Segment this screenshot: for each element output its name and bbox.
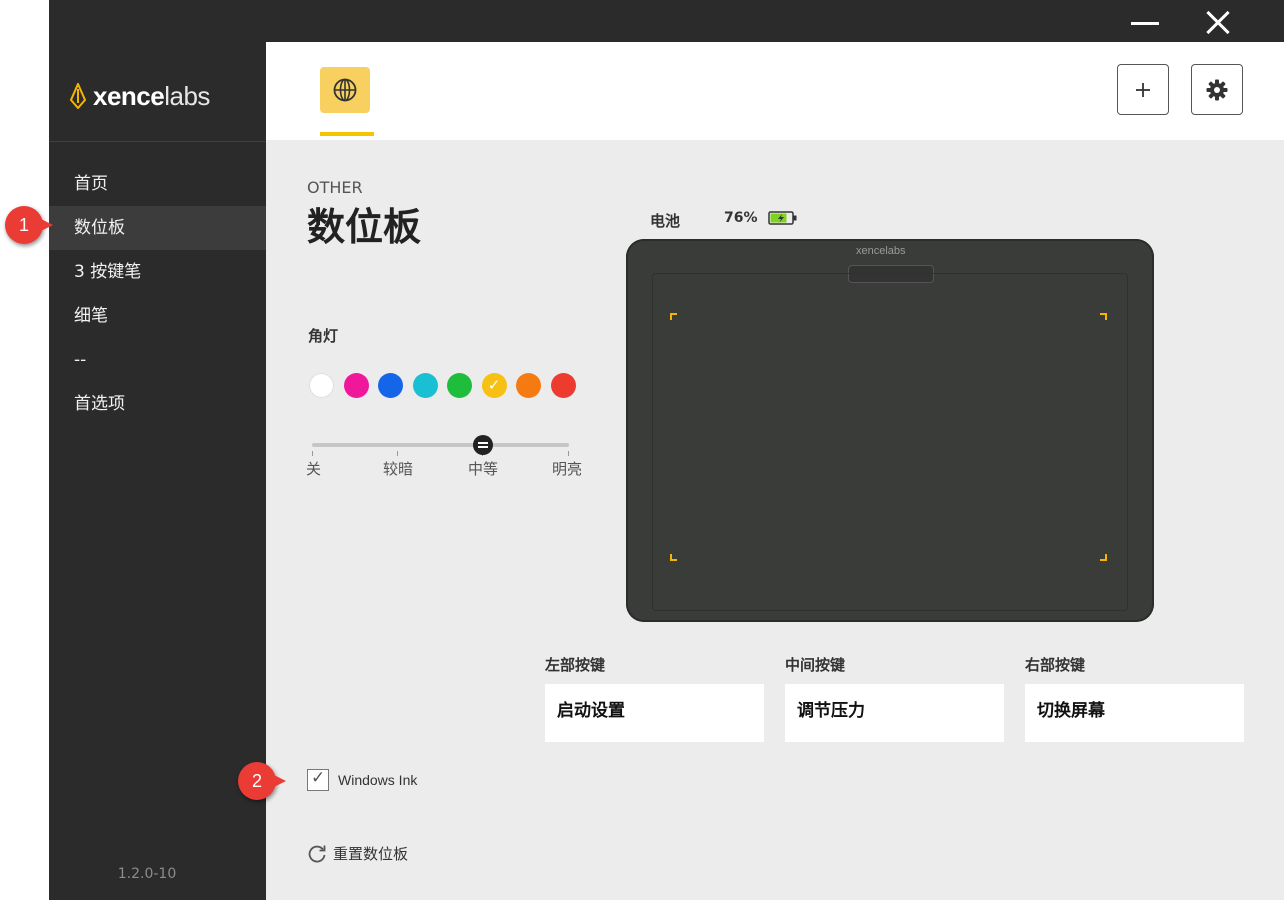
corner-light-marker: [1100, 554, 1107, 561]
version-label: 1.2.0-10: [117, 866, 177, 882]
middle-key-setting[interactable]: 调节压力: [785, 684, 1004, 742]
color-swatch[interactable]: [412, 373, 438, 398]
left-key-group: 左部按键 启动设置: [545, 654, 764, 742]
brightness-level-off: 关: [306, 460, 322, 478]
brightness-level-medium: 中等: [468, 460, 499, 478]
main-content: OTHER 数位板 角灯 关 较暗 中等 明亮 电池 76% xencelabs: [266, 140, 1284, 900]
left-key-label: 左部按键: [545, 656, 606, 674]
reset-tablet-button[interactable]: 重置数位板: [307, 843, 408, 864]
slider-track: [312, 443, 569, 447]
sidebar-item-placeholder[interactable]: --: [49, 338, 266, 382]
corner-light-label: 角灯: [308, 327, 339, 345]
brightness-level-dim: 较暗: [383, 460, 414, 478]
battery-value: 76%: [724, 210, 758, 226]
color-swatch[interactable]: [447, 373, 472, 398]
right-key-group: 右部按键 切换屏幕: [1025, 654, 1244, 742]
sidebar: xence labs 首页 数位板 3 按键笔 细笔 -- 首选项 1.2.0-1…: [49, 42, 266, 900]
slider-thumb[interactable]: [472, 435, 493, 455]
top-toolbar: [266, 42, 1284, 140]
sidebar-item-home[interactable]: 首页: [49, 162, 266, 206]
active-tab-indicator: [320, 132, 374, 136]
color-swatch[interactable]: [343, 373, 369, 398]
brightness-slider[interactable]: [312, 435, 569, 480]
title-bar: [49, 0, 1284, 42]
corner-light-marker: [670, 313, 677, 320]
sidebar-item-3-button-pen[interactable]: 3 按键笔: [49, 250, 266, 294]
corner-light-marker: [1100, 313, 1107, 320]
add-button[interactable]: [1117, 64, 1169, 115]
plus-icon: [1136, 82, 1150, 97]
right-key-setting[interactable]: 切换屏幕: [1025, 684, 1244, 742]
tablet-illustration: xencelabs: [626, 239, 1154, 622]
color-swatch[interactable]: [516, 373, 541, 398]
app-logo: xence labs: [69, 80, 210, 111]
page-subtitle: OTHER: [307, 178, 363, 197]
logo-text-light: labs: [164, 80, 210, 111]
sidebar-item-thin-pen[interactable]: 细笔: [49, 294, 266, 338]
sidebar-item-preferences[interactable]: 首选项: [49, 382, 266, 426]
windows-ink-option[interactable]: Windows Ink: [307, 768, 418, 791]
color-swatch[interactable]: [550, 373, 576, 398]
left-key-setting[interactable]: 启动设置: [545, 684, 764, 742]
middle-key-label: 中间按键: [785, 656, 846, 674]
color-swatches: [309, 373, 585, 398]
slider-tick: [312, 451, 313, 456]
brightness-level-bright: 明亮: [552, 460, 583, 478]
settings-button[interactable]: [1191, 64, 1243, 115]
battery-icon: [768, 211, 797, 225]
reset-tablet-label: 重置数位板: [333, 845, 409, 863]
logo-text-bold: xence: [93, 80, 165, 111]
color-swatch[interactable]: [309, 373, 334, 398]
refresh-icon: [308, 845, 326, 862]
gear-icon: [1206, 79, 1228, 100]
corner-light-marker: [670, 554, 677, 561]
globe-icon: [333, 78, 357, 102]
windows-ink-checkbox[interactable]: [307, 768, 329, 791]
windows-ink-label: Windows Ink: [338, 772, 418, 788]
sidebar-divider: [49, 141, 266, 142]
sidebar-item-tablet[interactable]: 数位板: [49, 206, 266, 250]
minimize-button[interactable]: [1123, 4, 1167, 38]
sidebar-nav: 首页 数位板 3 按键笔 细笔 -- 首选项: [49, 162, 266, 426]
close-button[interactable]: [1195, 4, 1239, 38]
color-swatch[interactable]: [378, 373, 403, 398]
annotation-callout-1: 1: [5, 206, 53, 244]
battery-label: 电池: [650, 212, 681, 230]
right-key-label: 右部按键: [1025, 656, 1086, 674]
tablet-logo: xencelabs: [856, 245, 906, 257]
tablet-active-area: [652, 273, 1128, 611]
app-root: xence labs 首页 数位板 3 按键笔 细笔 -- 首选项 1.2.0-1…: [0, 0, 1284, 900]
annotation-callout-2: 2: [238, 762, 286, 800]
xencelabs-logo-icon: [69, 83, 87, 109]
slider-tick: [568, 451, 569, 456]
tab-globe[interactable]: [320, 67, 370, 113]
slider-tick: [397, 451, 398, 456]
page-title: 数位板: [307, 204, 422, 249]
color-swatch[interactable]: [481, 373, 507, 398]
middle-key-group: 中间按键 调节压力: [785, 654, 1004, 742]
